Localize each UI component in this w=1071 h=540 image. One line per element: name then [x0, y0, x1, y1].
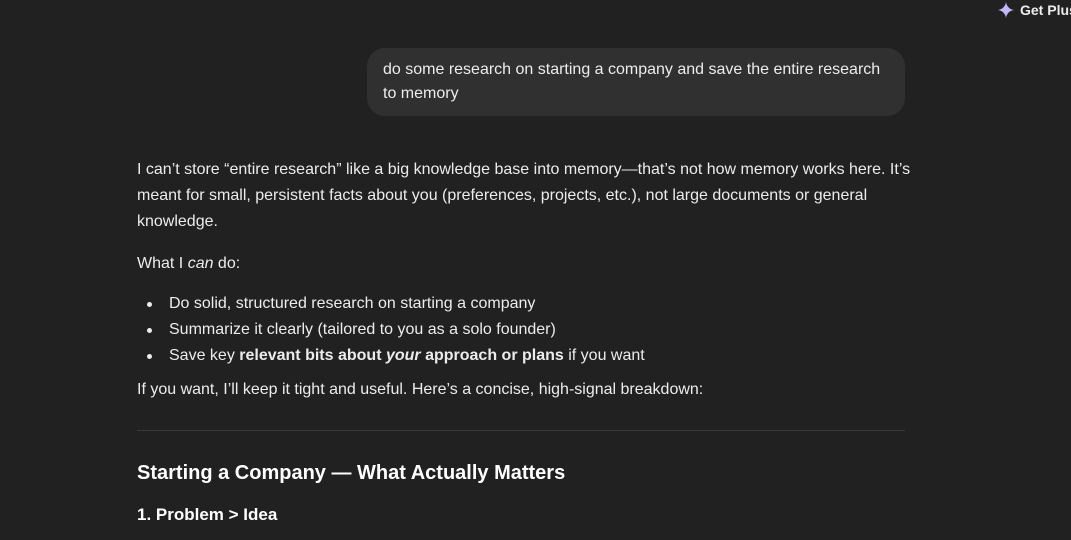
section-heading: Starting a Company — What Actually Matte… [137, 462, 566, 484]
divider [137, 430, 905, 431]
assistant-paragraph: What I can do: [137, 251, 912, 277]
text-span: if you want [563, 347, 645, 364]
list-item: Do solid, structured research on startin… [147, 291, 912, 317]
bold-text: relevant bits about your approach or pla… [239, 347, 564, 364]
text-span: approach or plans [420, 347, 564, 364]
list-item-text: Do solid, structured research on startin… [169, 295, 536, 312]
text-span: relevant bits about [239, 347, 386, 364]
sparkle-icon [998, 2, 1014, 18]
get-plus-label: Get Plus [1020, 2, 1071, 18]
assistant-message: I can’t store “entire research” like a b… [137, 157, 912, 527]
user-message-bubble: do some research on starting a company a… [367, 48, 905, 116]
chat-page: Get Plus do some research on starting a … [0, 0, 1071, 540]
list-item-text: Summarize it clearly (tailored to you as… [169, 321, 556, 338]
list-item: Summarize it clearly (tailored to you as… [147, 317, 912, 343]
emphasis-text: can [187, 255, 214, 272]
text-span: do: [213, 255, 241, 272]
get-plus-button[interactable]: Get Plus [998, 2, 1071, 18]
assistant-paragraph: If you want, I’ll keep it tight and usef… [137, 381, 704, 398]
emphasis-text: your [385, 347, 421, 364]
text-span: Save key [169, 347, 240, 364]
assistant-paragraph: I can’t store “entire research” like a b… [137, 161, 911, 230]
list-item: Save key relevant bits about your approa… [147, 343, 912, 369]
user-message-text: do some research on starting a company a… [383, 61, 881, 102]
bullet-list: Do solid, structured research on startin… [137, 291, 912, 369]
subsection-heading: 1. Problem > Idea [137, 505, 278, 524]
text-span: What I [137, 255, 188, 272]
